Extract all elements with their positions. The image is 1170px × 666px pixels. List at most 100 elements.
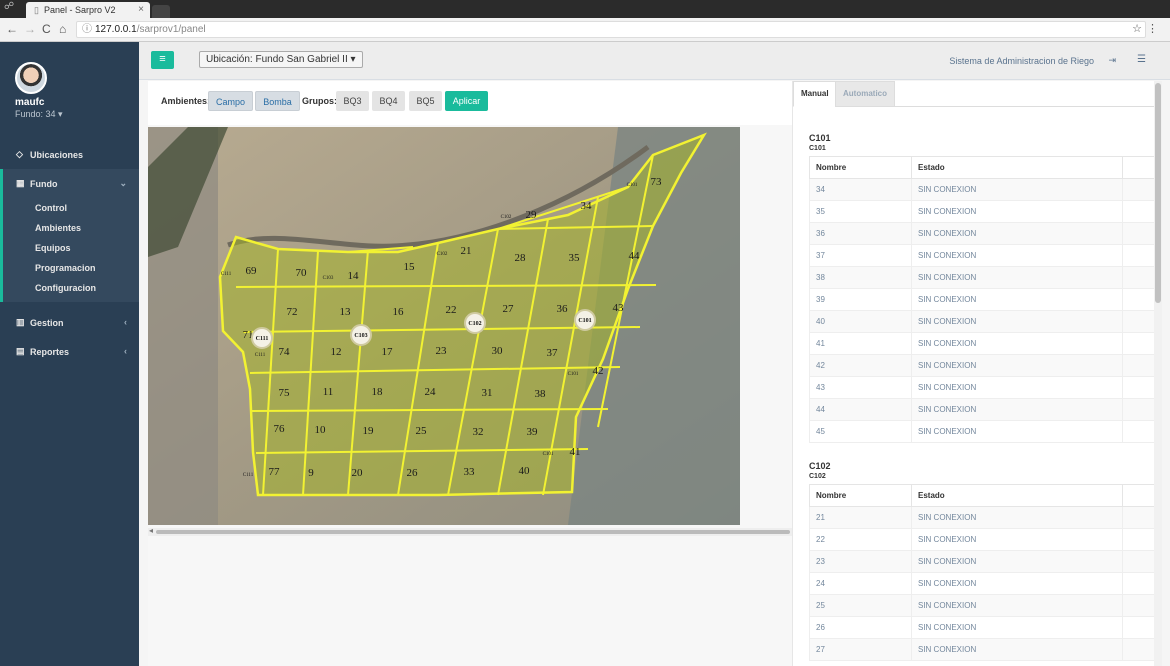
plot-label[interactable]: 77 [269, 466, 281, 478]
aplicar-button[interactable]: Aplicar [445, 91, 488, 111]
table-row[interactable]: 36 SIN CONEXION [809, 222, 1155, 245]
plot-label[interactable]: 23 [436, 345, 448, 357]
sidebar-item-reportes[interactable]: ▤ Reportes ‹ [0, 337, 139, 366]
back-icon[interactable]: ← [6, 22, 18, 36]
info-icon[interactable]: ⓘ [82, 22, 92, 37]
plot-label[interactable]: 44 [629, 250, 641, 262]
plot-label[interactable]: 12 [331, 346, 342, 358]
plot-label[interactable]: 17 [382, 346, 394, 358]
plot-label[interactable]: 39 [527, 426, 539, 438]
plot-label[interactable]: 33 [464, 466, 476, 478]
plot-label[interactable]: 19 [363, 425, 375, 437]
scroll-left-icon[interactable]: ◂ [149, 526, 153, 535]
forward-icon[interactable]: → [24, 22, 36, 36]
controller-marker-c102[interactable]: C102 [464, 312, 486, 334]
plot-label[interactable]: 70 [296, 267, 308, 279]
plot-label[interactable]: 37 [547, 347, 559, 359]
plot-label[interactable]: 13 [340, 306, 352, 318]
table-row[interactable]: 22 SIN CONEXION [809, 528, 1155, 551]
bomba-button[interactable]: Bomba [255, 91, 300, 111]
table-row[interactable]: 21 SIN CONEXION [809, 506, 1155, 529]
scrollbar-thumb[interactable] [1155, 83, 1161, 303]
table-row[interactable]: 24 SIN CONEXION [809, 572, 1155, 595]
table-row[interactable]: 37 SIN CONEXION [809, 244, 1155, 267]
plot-label[interactable]: 15 [404, 261, 416, 273]
table-row[interactable]: 41 SIN CONEXION [809, 332, 1155, 355]
plot-label[interactable]: 43 [613, 302, 625, 314]
tab-automatico[interactable]: Automatico [835, 81, 895, 107]
horizontal-scrollbar[interactable]: ◂ [148, 526, 792, 536]
sidebar-item-gestion[interactable]: ▥ Gestion ‹ [0, 308, 139, 337]
bq3-button[interactable]: BQ3 [336, 91, 369, 111]
plot-label[interactable]: 14 [348, 270, 360, 282]
bq5-button[interactable]: BQ5 [409, 91, 442, 111]
table-row[interactable]: 40 SIN CONEXION [809, 310, 1155, 333]
sidebar-subitem-programacion[interactable]: Programacion [3, 258, 139, 278]
plot-label[interactable]: 21 [461, 245, 472, 257]
plot-label[interactable]: 73 [651, 176, 663, 188]
table-row[interactable]: 42 SIN CONEXION [809, 354, 1155, 377]
plot-label[interactable]: 29 [526, 209, 538, 221]
plot-label[interactable]: 9 [308, 467, 314, 479]
list-icon[interactable]: ☰ [1137, 54, 1146, 65]
plot-label[interactable]: 42 [593, 365, 604, 377]
sidebar-item-fundo[interactable]: ▦ Fundo ⌄ [0, 169, 139, 198]
controller-marker-c111[interactable]: C111 [251, 327, 273, 349]
vertical-scrollbar[interactable] [1154, 81, 1162, 666]
col-estado[interactable]: Estado [911, 484, 1123, 507]
plot-label[interactable]: 11 [323, 386, 334, 398]
plot-label[interactable]: 40 [519, 465, 531, 477]
sidebar-subitem-equipos[interactable]: Equipos [3, 238, 139, 258]
plot-label[interactable]: 75 [279, 387, 291, 399]
table-row[interactable]: 27 SIN CONEXION [809, 638, 1155, 661]
table-row[interactable]: 45 SIN CONEXION [809, 420, 1155, 443]
new-tab-button[interactable] [152, 5, 170, 18]
plot-label[interactable]: 35 [569, 252, 581, 264]
table-row[interactable]: 43 SIN CONEXION [809, 376, 1155, 399]
tab-manual[interactable]: Manual [793, 81, 837, 107]
bookmark-star-icon[interactable]: ☆ [1132, 22, 1142, 35]
table-row[interactable]: 39 SIN CONEXION [809, 288, 1155, 311]
plot-label[interactable]: 69 [246, 265, 258, 277]
sidebar-subitem-configuracion[interactable]: Configuracion [3, 278, 139, 298]
plot-label[interactable]: 28 [515, 252, 527, 264]
url-input[interactable]: ⓘ 127.0.0.1/sarprov1/panel [76, 21, 1146, 38]
plot-label[interactable]: 27 [503, 303, 515, 315]
plot-label[interactable]: 38 [535, 388, 547, 400]
bq4-button[interactable]: BQ4 [372, 91, 405, 111]
campo-button[interactable]: Campo [208, 91, 253, 111]
browser-tab[interactable]: ▯ Panel - Sarpro V2 × [26, 2, 150, 18]
plot-label[interactable]: 72 [287, 306, 298, 318]
table-row[interactable]: 25 SIN CONEXION [809, 594, 1155, 617]
scrollbar-thumb[interactable] [156, 530, 790, 534]
col-nombre[interactable]: Nombre [809, 156, 912, 179]
ubicacion-dropdown[interactable]: Ubicación: Fundo San Gabriel II ▾ [199, 51, 363, 68]
plot-label[interactable]: 36 [557, 303, 569, 315]
plot-label[interactable]: 22 [446, 304, 457, 316]
controller-marker-c101[interactable]: C101 [574, 309, 596, 331]
plot-label[interactable]: 76 [274, 423, 286, 435]
plot-label[interactable]: 74 [279, 346, 291, 358]
plot-label[interactable]: 25 [416, 425, 428, 437]
browser-menu-icon[interactable]: ⋮ [1147, 22, 1158, 35]
col-estado[interactable]: Estado [911, 156, 1123, 179]
plot-label[interactable]: 26 [407, 467, 419, 479]
controller-marker-c103[interactable]: C103 [350, 324, 372, 346]
sidebar-subitem-ambientes[interactable]: Ambientes [3, 218, 139, 238]
table-row[interactable]: 44 SIN CONEXION [809, 398, 1155, 421]
plot-label[interactable]: 30 [492, 345, 504, 357]
plot-label[interactable]: 16 [393, 306, 405, 318]
close-tab-icon[interactable]: × [138, 4, 144, 15]
field-map-svg[interactable]: 73 29 34 21 28 35 44 69 70 14 15 72 13 1… [148, 127, 740, 525]
plot-label[interactable]: 31 [482, 387, 493, 399]
plot-label[interactable]: 34 [581, 200, 593, 212]
sidebar-item-ubicaciones[interactable]: ◇ Ubicaciones [0, 140, 139, 169]
plot-label[interactable]: 20 [352, 467, 364, 479]
table-row[interactable]: 26 SIN CONEXION [809, 616, 1155, 639]
plot-label[interactable]: 10 [315, 424, 327, 436]
plot-label[interactable]: 18 [372, 386, 384, 398]
fundo-selector[interactable]: Fundo: 34 ▾ [15, 109, 63, 120]
plot-label[interactable]: 41 [570, 446, 581, 458]
reload-icon[interactable]: C [42, 22, 51, 36]
plot-label[interactable]: 32 [473, 426, 484, 438]
